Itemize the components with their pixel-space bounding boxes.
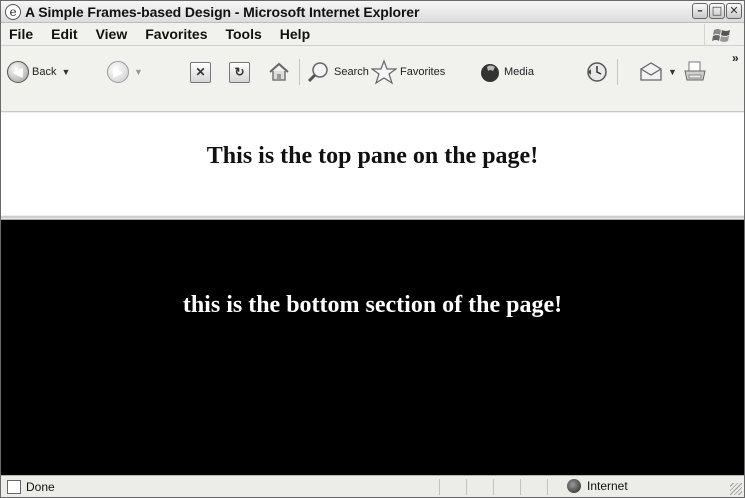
- history-icon: [587, 62, 607, 82]
- windows-logo: [704, 24, 738, 46]
- mail-icon: [640, 62, 662, 81]
- forward-arrow-icon: ▶: [107, 61, 129, 83]
- menu-edit[interactable]: Edit: [51, 26, 77, 42]
- bottom-pane-heading: this is the bottom section of the page!: [182, 292, 563, 318]
- media-icon: [481, 64, 499, 82]
- toolbar-separator: [299, 59, 300, 85]
- resize-grip-icon[interactable]: [730, 483, 742, 495]
- favorites-star-icon: [371, 59, 397, 85]
- security-zone[interactable]: Internet: [567, 479, 628, 493]
- print-button[interactable]: [683, 53, 707, 91]
- refresh-icon: ↻: [229, 61, 250, 83]
- menu-favorites[interactable]: Favorites: [145, 26, 207, 42]
- back-button[interactable]: ◀ Back ▼: [7, 53, 70, 91]
- back-arrow-icon: ◀: [7, 61, 29, 83]
- page-icon: [7, 479, 21, 494]
- status-panel: [547, 479, 548, 495]
- browser-window: e A Simple Frames-based Design - Microso…: [0, 0, 745, 498]
- home-button[interactable]: [267, 53, 291, 91]
- history-button[interactable]: [585, 53, 609, 91]
- status-panel: [439, 479, 440, 495]
- standard-toolbar: ◀ Back ▼ ▶ ▼ ✕ ↻ Search Favorites Media …: [1, 46, 744, 112]
- media-label: Media: [504, 66, 534, 78]
- minimize-button[interactable]: –: [692, 3, 708, 19]
- stop-icon: ✕: [190, 61, 211, 83]
- menu-tools[interactable]: Tools: [225, 26, 261, 42]
- windows-flag-icon: [711, 29, 730, 42]
- menu-file[interactable]: File: [9, 26, 33, 42]
- refresh-button[interactable]: ↻: [229, 53, 250, 91]
- chevron-right-icon: »: [732, 51, 739, 65]
- toolbar-overflow-button[interactable]: »: [732, 48, 739, 68]
- media-button[interactable]: Media: [479, 53, 534, 91]
- close-button[interactable]: ✕: [726, 3, 742, 19]
- stop-button[interactable]: ✕: [190, 53, 211, 91]
- zone-label: Internet: [587, 479, 628, 493]
- search-button[interactable]: Search: [307, 53, 369, 91]
- print-icon: [684, 61, 706, 81]
- ie-app-icon: e: [5, 3, 21, 20]
- window-title: A Simple Frames-based Design - Microsoft…: [25, 3, 420, 20]
- status-bar: Done Internet: [1, 475, 744, 497]
- menu-help[interactable]: Help: [280, 26, 310, 42]
- favorites-button[interactable]: Favorites: [371, 53, 445, 91]
- globe-icon: [567, 479, 581, 493]
- top-frame: This is the top pane on the page!: [1, 113, 744, 215]
- top-pane-heading: This is the top pane on the page!: [206, 143, 539, 169]
- status-panel: [466, 479, 467, 495]
- home-icon: [269, 62, 289, 81]
- window-controls: – □ ✕: [692, 3, 742, 19]
- toolbar-separator: [617, 59, 618, 85]
- favorites-label: Favorites: [400, 66, 446, 78]
- bottom-frame: this is the bottom section of the page!: [1, 220, 744, 475]
- menu-bar: File Edit View Favorites Tools Help: [1, 23, 744, 46]
- search-icon: [307, 62, 328, 83]
- mail-button[interactable]: ▼: [639, 53, 677, 91]
- title-bar[interactable]: e A Simple Frames-based Design - Microso…: [1, 1, 744, 23]
- forward-button[interactable]: ▶ ▼: [107, 53, 143, 91]
- back-label: Back: [32, 66, 57, 78]
- mail-dropdown-icon[interactable]: ▼: [668, 67, 677, 77]
- status-panel: [493, 479, 494, 495]
- forward-dropdown-icon[interactable]: ▼: [134, 67, 143, 77]
- search-label: Search: [334, 66, 369, 78]
- maximize-button[interactable]: □: [709, 3, 725, 19]
- back-dropdown-icon[interactable]: ▼: [61, 67, 70, 77]
- status-text: Done: [26, 479, 55, 494]
- status-panel: [520, 479, 521, 495]
- menu-view[interactable]: View: [96, 26, 128, 42]
